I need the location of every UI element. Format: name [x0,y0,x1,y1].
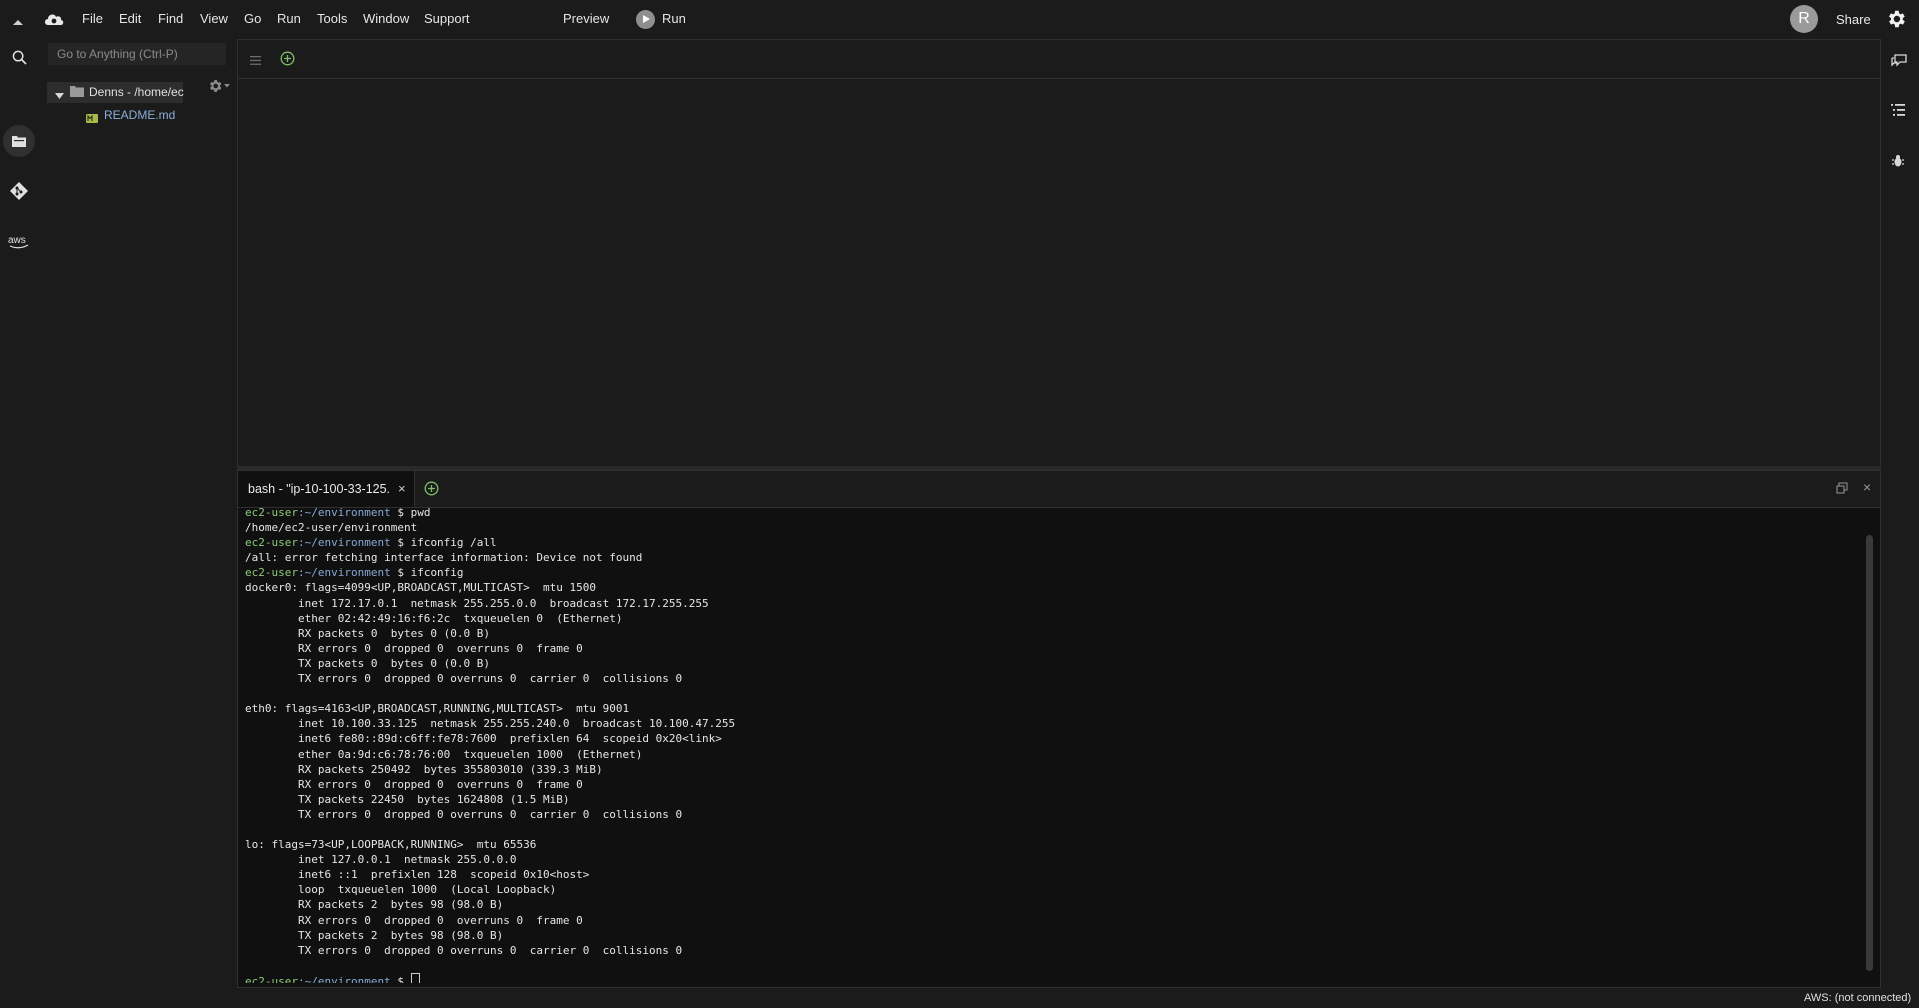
terminal-line: TX errors 0 dropped 0 overruns 0 carrier… [245,943,683,957]
terminal-line: RX packets 0 bytes 0 (0.0 B) [245,626,491,640]
tree-settings-gear-icon[interactable] [207,78,233,97]
git-icon[interactable] [0,172,38,210]
tab-list-menu-icon[interactable] [250,53,261,68]
terminal-line: ec2-user:~/environment $ ifconfig /all [245,535,1845,550]
terminal-tab-close-icon[interactable]: × [398,481,406,496]
terminal-line: TX packets 0 bytes 0 (0.0 B) [245,656,491,670]
menu-go[interactable]: Go [244,11,261,26]
svg-text:aws: aws [8,235,26,246]
prompt-command: $ pwd [390,506,431,519]
prompt-user: ec2-user [245,536,298,550]
right-sidebar [1881,38,1919,988]
restore-panel-icon[interactable] [1836,482,1848,497]
prompt-user: ec2-user [245,566,298,580]
terminal-line: lo: flags=73<UP,LOOPBACK,RUNNING> mtu 65… [245,838,537,852]
terminal-line: TX errors 0 dropped 0 overruns 0 carrier… [245,807,683,821]
editor-pane[interactable] [237,39,1881,467]
terminal-line: ec2-user:~/environment $ pwd [245,505,1845,520]
menu-run[interactable]: Run [277,11,301,26]
prompt-command: $ ifconfig [390,566,464,580]
terminal-line: RX packets 250492 bytes 355803010 (339.3… [245,762,603,776]
go-to-anything-input[interactable]: Go to Anything (Ctrl-P) [48,43,226,65]
terminal-line: ec2-user:~/environment $ [245,972,1845,983]
aws-connection-status[interactable]: AWS: (not connected) [1804,992,1911,1004]
new-terminal-plus-icon[interactable] [424,481,439,499]
chat-icon[interactable] [1891,54,1907,71]
close-panel-icon[interactable]: × [1863,479,1871,495]
terminal-line: /all: error fetching interface informati… [245,551,643,565]
terminal-output[interactable]: ec2-user:~/environment $ pwd/home/ec2-us… [245,505,1845,983]
run-play-icon[interactable] [636,10,655,29]
share-button[interactable]: Share [1836,12,1871,27]
prompt-command: $ [390,974,411,983]
outline-icon[interactable] [1891,104,1905,119]
menu-find[interactable]: Find [158,11,183,26]
terminal-line: inet 10.100.33.125 netmask 255.255.240.0… [245,717,736,731]
prompt-path: :~/environment [297,566,391,580]
menu-support[interactable]: Support [424,11,470,26]
terminal-line: ec2-user:~/environment $ ifconfig [245,565,1845,580]
terminal-cursor [410,972,420,983]
cloud9-logo-icon[interactable] [43,9,65,32]
terminal-panel[interactable]: bash - "ip-10-100-33-125. × × ec2-user:~… [237,470,1881,988]
run-button[interactable]: Run [662,11,686,26]
tree-root-label[interactable]: Denns - /home/ec [89,85,184,99]
prompt-path: :~/environment [297,536,391,550]
terminal-line: TX packets 2 bytes 98 (98.0 B) [245,928,504,942]
menu-edit[interactable]: Edit [119,11,141,26]
preview-button[interactable]: Preview [563,11,609,26]
terminal-scrollbar[interactable] [1866,535,1873,971]
prompt-user: ec2-user [245,974,298,983]
search-icon[interactable] [0,38,38,76]
terminal-line: RX errors 0 dropped 0 overruns 0 frame 0 [245,641,583,655]
menu-file[interactable]: File [82,11,103,26]
markdown-file-icon [86,111,98,126]
menu-window[interactable]: Window [363,11,409,26]
new-tab-plus-icon[interactable] [280,51,295,69]
left-sidebar: aws [0,38,38,988]
terminal-line: loop txqueuelen 1000 (Local Loopback) [245,883,557,897]
terminal-line: RX errors 0 dropped 0 overruns 0 frame 0 [245,913,583,927]
collapse-menu-icon[interactable] [12,14,24,29]
terminal-line: inet 127.0.0.1 netmask 255.0.0.0 [245,853,517,867]
chevron-down-icon[interactable] [55,88,64,103]
terminal-line: inet6 fe80::89d:c6ff:fe78:7600 prefixlen… [245,732,722,746]
terminal-line: /home/ec2-user/environment [245,521,418,535]
terminal-line: RX packets 2 bytes 98 (98.0 B) [245,898,504,912]
folder-icon [70,85,84,100]
menu-view[interactable]: View [200,11,228,26]
terminal-tab-bar: bash - "ip-10-100-33-125. × × [238,471,1880,508]
terminal-line: inet6 ::1 prefixlen 128 scopeid 0x10<hos… [245,868,590,882]
prompt-command: $ ifconfig /all [390,536,497,550]
terminal-tab-label: bash - "ip-10-100-33-125. [248,482,391,496]
tree-file-readme[interactable]: README.md [104,108,175,122]
terminal-line: docker0: flags=4099<UP,BROADCAST,MULTICA… [245,581,596,595]
terminal-line: TX errors 0 dropped 0 overruns 0 carrier… [245,672,683,686]
prompt-path: :~/environment [297,506,391,519]
preferences-gear-icon[interactable] [1885,8,1907,33]
menu-tools[interactable]: Tools [317,11,347,26]
files-icon[interactable] [0,122,38,160]
tab-bash-terminal[interactable]: bash - "ip-10-100-33-125. × [238,471,415,507]
prompt-path: :~/environment [297,974,391,983]
avatar[interactable]: R [1790,5,1818,33]
terminal-line: inet 172.17.0.1 netmask 255.255.0.0 broa… [245,596,709,610]
aws-icon[interactable]: aws [0,223,38,261]
terminal-line: RX errors 0 dropped 0 overruns 0 frame 0 [245,777,583,791]
terminal-line: ether 0a:9d:c6:78:76:00 txqueuelen 1000 … [245,747,643,761]
prompt-user: ec2-user [245,506,298,519]
terminal-line: eth0: flags=4163<UP,BROADCAST,RUNNING,MU… [245,702,630,716]
debugger-icon[interactable] [1891,154,1905,171]
terminal-line: TX packets 22450 bytes 1624808 (1.5 MiB) [245,792,570,806]
menu-bar: File Edit Find View Go Run Tools Window … [0,0,1919,38]
editor-tab-bar [238,40,1880,79]
terminal-line: ether 02:42:49:16:f6:2c txqueuelen 0 (Et… [245,611,623,625]
